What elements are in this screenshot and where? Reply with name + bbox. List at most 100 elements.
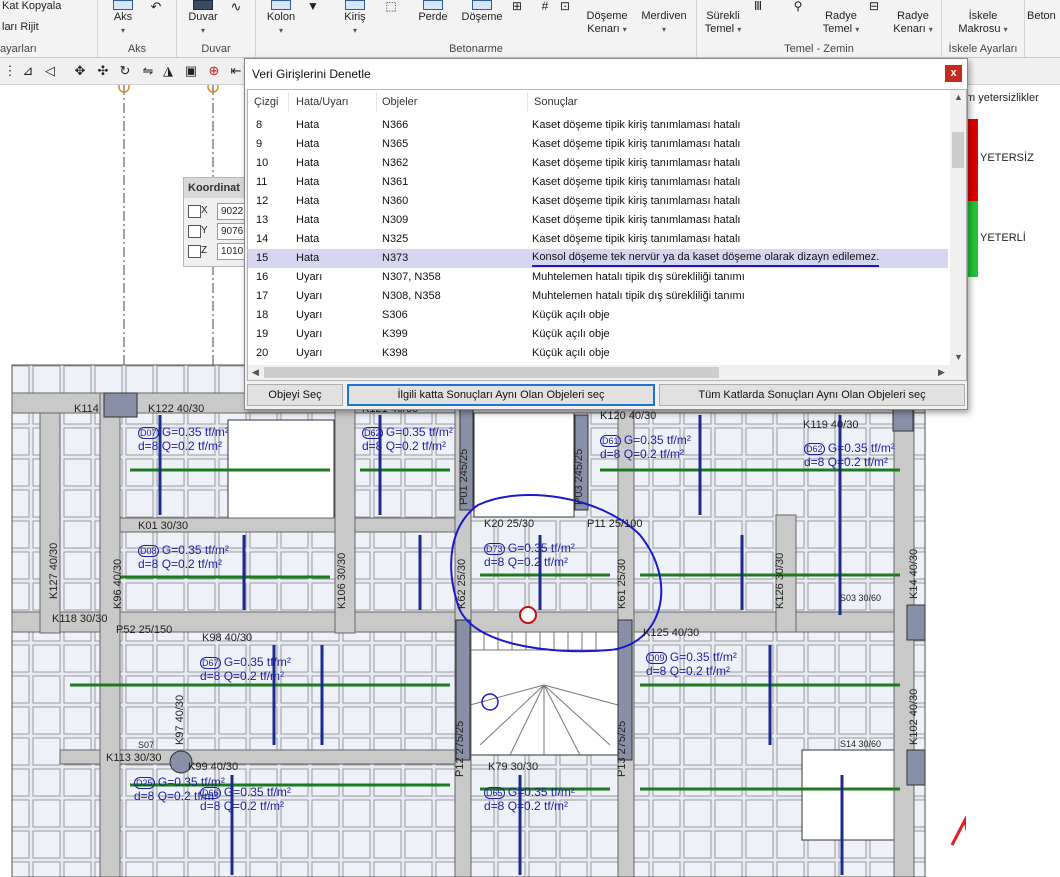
raft-edge-button[interactable]: Radye Kenarı ▾ (889, 10, 937, 36)
undo-axis-icon[interactable]: ↶ (148, 0, 164, 13)
vertical-scrollbar[interactable]: ▲ ▼ (950, 90, 966, 365)
beam-tool-icon[interactable]: ⬚ (382, 0, 400, 13)
table-row[interactable]: 17 Uyarı N308, N358 Muhtelemen hatalı tipik… (248, 287, 948, 306)
beam-label: K122 40/30 (148, 403, 205, 415)
chevron-down-icon: ▾ (928, 25, 933, 34)
raft-tool-icon[interactable]: ⊟ (865, 0, 883, 13)
ribbon-group-foundation: Sürekli Temel ▾ Ⅲ ⚲ Radye Temel ▾ ⊟ Rady… (697, 0, 942, 57)
align-icon[interactable]: ⇤ (228, 63, 244, 79)
horizontal-scroll-thumb[interactable] (264, 367, 719, 378)
slab-edit-icon[interactable]: ⊡ (556, 0, 574, 13)
move-copy-icon[interactable]: ✣ (95, 63, 111, 79)
table-row[interactable]: 16 Uyarı N307, N358 Muhtelemen hatalı tipik… (248, 268, 948, 287)
column-header-results[interactable]: Sonuçlar (534, 90, 577, 114)
row-result: Kaset döşeme tipik kiriş tanımlaması hat… (532, 195, 741, 207)
triangle-icon[interactable]: ⊿ (20, 63, 36, 79)
column-header-type[interactable]: Hata/Uyarı (296, 90, 349, 114)
row-type: Hata (296, 233, 320, 245)
row-objects: S306 (382, 309, 408, 321)
mirror-axis-icon[interactable]: ◮ (160, 63, 176, 79)
scroll-up-icon[interactable]: ▲ (954, 92, 963, 102)
table-row[interactable]: 18 Uyarı S306 Küçük açılı obje (248, 306, 948, 325)
horizontal-scrollbar[interactable]: ◀ ▶ (248, 365, 966, 380)
column-header-line[interactable]: Çizgi (254, 90, 278, 114)
table-row[interactable]: 14 Hata N325 Kaset döşeme tipik kiriş tanım… (248, 230, 948, 249)
select-same-floor-button[interactable]: İlgili katta Sonuçları Aynı Olan Objeler… (347, 384, 655, 406)
move-icon[interactable]: ✥ (72, 63, 88, 79)
coord-y-checkbox[interactable] (188, 225, 201, 238)
strip-footing-label: Sürekli Temel (704, 10, 740, 35)
column-header-objects[interactable]: Objeler (382, 90, 417, 114)
beam-button[interactable]: Kiriş ▾ (336, 0, 374, 37)
scroll-right-icon[interactable]: ▶ (938, 367, 945, 378)
mirror-icon[interactable]: ⇋ (140, 63, 156, 79)
scroll-left-icon[interactable]: ◀ (252, 367, 259, 378)
rotate-icon[interactable]: ↻ (117, 63, 133, 79)
column-tool-icon[interactable]: ▼ (304, 0, 322, 13)
row-objects: K399 (382, 328, 408, 340)
vertical-scroll-thumb[interactable] (952, 132, 964, 168)
table-row[interactable]: 10 Hata N362 Kaset döşeme tipik kiriş tanım… (248, 154, 948, 173)
stair-button[interactable]: Merdiven ▾ (636, 10, 692, 36)
row-objects: N365 (382, 138, 409, 150)
row-line: 12 (256, 195, 269, 207)
row-line: 10 (256, 157, 269, 169)
rigid-button[interactable]: ları Rijit (2, 21, 39, 33)
ribbon-group-concrete: Kolon ▾ ▼ Kiriş ▾ ⬚ Perde Döşeme ⊞ # ⊡ Döş… (256, 0, 697, 57)
table-row[interactable]: 8 Hata N366 Kaset döşeme tipik kiriş tanıml… (248, 116, 948, 135)
column-button[interactable]: Kolon ▾ (262, 0, 300, 37)
slab-button[interactable]: Döşeme (460, 0, 504, 24)
results-list[interactable]: Çizgi Hata/Uyarı Objeler Sonuçlar 8 Hata N… (247, 89, 967, 381)
vertical-beam-label: K14 40/30 (908, 548, 920, 599)
column-label: S07 (138, 740, 155, 750)
snap-icon[interactable]: ⊕ (206, 63, 222, 79)
dialog-titlebar[interactable]: Veri Girişlerini Denetle x (245, 59, 967, 89)
stretch-icon[interactable]: ▣ (183, 63, 199, 79)
select-object-button[interactable]: Objeyi Seç (247, 384, 343, 406)
table-row[interactable]: 9 Hata N365 Kaset döşeme tipik kiriş tanıml… (248, 135, 948, 154)
raft-button[interactable]: Radye Temel ▾ (821, 10, 861, 36)
wall-curve-icon[interactable]: ∿ (227, 0, 245, 13)
coord-x-checkbox[interactable] (188, 205, 201, 218)
select-all-floors-button[interactable]: Tüm Katlarda Sonuçları Aynı Olan Objeler… (659, 384, 965, 406)
slab-edge-button[interactable]: Döşeme Kenarı ▾ (582, 10, 632, 36)
table-row[interactable]: 12 Hata N360 Kaset döşeme tipik kiriş tanım… (248, 192, 948, 211)
slab-hatch-icon[interactable]: # (536, 0, 554, 13)
row-objects: N366 (382, 119, 409, 131)
row-result: Küçük açılı obje (532, 309, 610, 321)
coord-z-checkbox[interactable] (188, 245, 201, 258)
row-type: Hata (296, 119, 320, 131)
column-divider (288, 92, 289, 112)
footing-icon[interactable]: Ⅲ (749, 0, 767, 13)
raft-edge-label: Radye Kenarı (893, 10, 929, 35)
strip-footing-button[interactable]: Sürekli Temel ▾ (701, 10, 745, 36)
table-row[interactable]: 20 Uyarı K398 Küçük açılı obje (248, 344, 948, 363)
scaffold-macro-label: İskele Makrosu (958, 10, 1001, 35)
row-objects: N360 (382, 195, 409, 207)
wall-button[interactable]: Duvar ▾ (185, 0, 221, 37)
ribbon: Kat Kopyala ları Rijit ayarları Aks ▾ ↶ A… (0, 0, 1060, 58)
shearwall-button[interactable]: Perde (414, 0, 452, 24)
table-row[interactable]: 19 Uyarı K399 Küçük açılı obje (248, 325, 948, 344)
row-line: 14 (256, 233, 269, 245)
table-row-selected[interactable]: 15 Hata N373 Konsol döşeme tek nervür ya da… (248, 249, 948, 268)
scaffold-macro-button[interactable]: İskele Makrosu ▾ (950, 10, 1016, 36)
slab-label: D09 G=0.35 tf/m² d=8 Q=0.2 tf/m² (646, 650, 737, 678)
column-divider (527, 92, 528, 112)
chevron-down-icon: ▾ (661, 25, 666, 34)
scroll-down-icon[interactable]: ▼ (954, 352, 963, 362)
insufficient-label: YETERSİZ (980, 152, 1034, 164)
table-row[interactable]: 13 Hata N309 Kaset döşeme tipik kiriş tanım… (248, 211, 948, 230)
slab-grid-icon[interactable]: ⊞ (508, 0, 526, 13)
concrete-button[interactable]: Beton (1027, 10, 1060, 23)
table-row[interactable]: 11 Hata N361 Kaset döşeme tipik kiriş tanım… (248, 173, 948, 192)
angle-icon[interactable]: ◁ (42, 63, 58, 79)
row-type: Hata (296, 138, 320, 150)
floor-copy-button[interactable]: Kat Kopyala (2, 0, 61, 12)
beam-label: K118 30/30 (52, 613, 108, 625)
row-line: 8 (256, 119, 263, 131)
close-button[interactable]: x (945, 65, 962, 82)
axis-button[interactable]: Aks ▾ (108, 0, 138, 37)
pin-icon[interactable]: ⚲ (789, 0, 807, 13)
chevron-down-icon: ▾ (622, 25, 627, 34)
